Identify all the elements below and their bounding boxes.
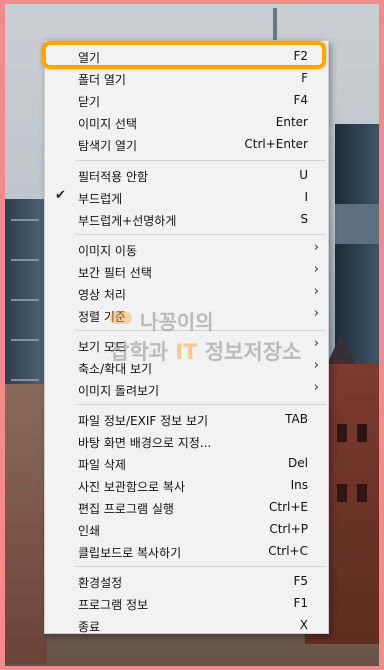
menu-separator xyxy=(75,566,326,567)
menu-item-zoom[interactable]: 축소/확대 보기 › xyxy=(45,356,328,378)
menu-item-sort-order[interactable]: 정렬 기준 › xyxy=(45,304,328,326)
building-left-bottom xyxy=(5,384,47,664)
chevron-right-icon: › xyxy=(313,240,319,255)
context-menu: 열기 F2 폴더 열기 F 닫기 F4 이미지 선택 Enter 탐색기 열기 Ctrl+… xyxy=(44,40,329,634)
menu-separator xyxy=(75,160,326,161)
menu-item-copy-to-album[interactable]: 사진 보관함으로 복사 Ins xyxy=(45,474,328,496)
chevron-right-icon: › xyxy=(313,262,319,277)
menu-item-exit[interactable]: 종료 X xyxy=(45,614,328,636)
menu-separator xyxy=(75,330,326,331)
menu-item-no-filter[interactable]: 필터적용 안함 U xyxy=(45,164,328,186)
menu-item-open-explorer[interactable]: 탐색기 열기 Ctrl+Enter xyxy=(45,133,328,155)
chevron-right-icon: › xyxy=(313,306,319,321)
menu-item-copy-clipboard[interactable]: 클립보드로 복사하기 Ctrl+C xyxy=(45,540,328,562)
checkmark-icon: ✔ xyxy=(55,188,66,203)
menu-item-set-wallpaper[interactable]: 바탕 화면 배경으로 지정... xyxy=(45,430,328,452)
menu-item-view-mode[interactable]: 보기 모드 › xyxy=(45,334,328,356)
menu-item-close[interactable]: 닫기 F4 xyxy=(45,89,328,111)
menu-item-run-editor[interactable]: 편집 프로그램 실행 Ctrl+E xyxy=(45,496,328,518)
menu-item-about[interactable]: 프로그램 정보 F1 xyxy=(45,592,328,614)
menu-item-file-info[interactable]: 파일 정보/EXIF 정보 보기 TAB xyxy=(45,408,328,430)
menu-item-select-image[interactable]: 이미지 선택 Enter xyxy=(45,111,328,133)
chevron-right-icon: › xyxy=(313,284,319,299)
menu-item-interpolation-filter[interactable]: 보간 필터 선택 › xyxy=(45,260,328,282)
menu-separator xyxy=(75,404,326,405)
menu-item-delete-file[interactable]: 파일 삭제 Del xyxy=(45,452,328,474)
menu-separator xyxy=(75,234,326,235)
menu-item-smooth-sharpen[interactable]: 부드럽게+선명하게 S xyxy=(45,208,328,230)
menu-item-move-image[interactable]: 이미지 이동 › xyxy=(45,238,328,260)
menu-item-open-folder[interactable]: 폴더 열기 F xyxy=(45,67,328,89)
highlight-box xyxy=(42,41,326,69)
church-roof xyxy=(327,334,355,364)
menu-item-print[interactable]: 인쇄 Ctrl+P xyxy=(45,518,328,540)
menu-item-image-processing[interactable]: 영상 처리 › xyxy=(45,282,328,304)
building-right xyxy=(335,204,379,244)
chevron-right-icon: › xyxy=(313,380,319,395)
menu-item-rotate-image[interactable]: 이미지 돌려보기 › xyxy=(45,378,328,400)
chevron-right-icon: › xyxy=(313,336,319,351)
chevron-right-icon: › xyxy=(313,358,319,373)
menu-item-settings[interactable]: 환경설정 F5 xyxy=(45,570,328,592)
menu-item-smooth[interactable]: ✔ 부드럽게 I xyxy=(45,186,328,208)
